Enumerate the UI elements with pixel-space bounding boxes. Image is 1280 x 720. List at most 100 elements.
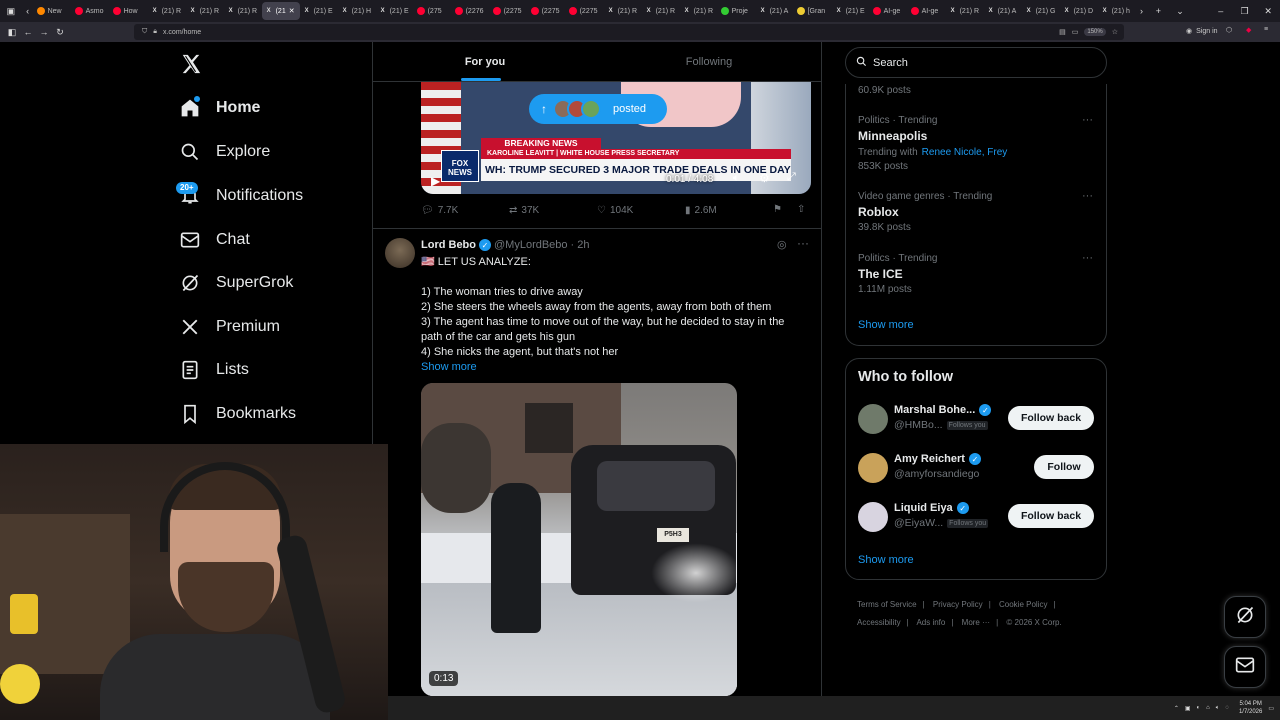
notification-center-icon[interactable]: ▭ xyxy=(1268,705,1274,712)
extensions-icon[interactable]: ⬡ xyxy=(1226,26,1232,34)
repost-button[interactable]: ⇄ 37K xyxy=(509,205,539,216)
nav-explore[interactable]: Explore xyxy=(180,142,270,162)
minimize-window-icon[interactable]: – xyxy=(1209,6,1233,16)
follow-suggestion[interactable]: Liquid Eiya ✓ @EiyaW... Follows you xyxy=(894,502,1014,529)
browser-tab[interactable]: X (21) A xyxy=(756,2,794,20)
browser-tab[interactable]: (2275 xyxy=(528,2,566,20)
screenshot-icon[interactable]: ▭ xyxy=(1072,28,1079,36)
browser-tab[interactable]: (2275 xyxy=(490,2,528,20)
network-icon[interactable]: ⌂ xyxy=(1206,705,1210,711)
trends-show-more[interactable]: Show more xyxy=(858,319,914,331)
browser-tab[interactable]: X (21) A xyxy=(984,2,1022,20)
volume-icon[interactable]: 🔈︎ xyxy=(1216,705,1220,712)
tab-overview-icon[interactable]: ▣ xyxy=(0,6,22,17)
back-icon[interactable]: ← xyxy=(20,27,36,37)
close-window-icon[interactable]: ✕ xyxy=(1256,6,1280,17)
tray-app-icon[interactable]: ▣ xyxy=(1185,705,1191,712)
tab-for-you[interactable]: For you xyxy=(373,42,597,81)
lock-icon[interactable]: 🔒︎ xyxy=(153,28,157,36)
browser-tab[interactable]: How xyxy=(110,2,148,20)
browser-tab[interactable]: X (21) R xyxy=(186,2,224,20)
footer-link[interactable]: Cookie Policy xyxy=(999,600,1047,609)
tab-scroll-left-icon[interactable]: ‹ xyxy=(22,6,34,16)
account-icon[interactable]: ◉ xyxy=(1186,27,1192,35)
browser-tab[interactable]: X (21) R xyxy=(680,2,718,20)
browser-tab[interactable]: X (21) E xyxy=(376,2,414,20)
reload-icon[interactable]: ↻ xyxy=(52,27,68,38)
new-tab-icon[interactable]: + xyxy=(1147,6,1169,16)
author-name[interactable]: Lord Bebo xyxy=(421,239,476,251)
nav-lists[interactable]: Lists xyxy=(180,360,249,380)
avatar[interactable] xyxy=(858,502,888,532)
new-posts-pill[interactable]: ↑ posted xyxy=(529,94,667,124)
trend-item[interactable]: Video game genres · Trending Roblox 39.8… xyxy=(858,191,1098,233)
sign-in-button[interactable]: Sign in xyxy=(1196,28,1217,35)
browser-tab[interactable]: X (21) R xyxy=(604,2,642,20)
bookmark-button[interactable]: ⚑ xyxy=(773,204,782,215)
tab-list-icon[interactable]: ⌄ xyxy=(1169,6,1191,17)
browser-tab[interactable]: AI-ge xyxy=(870,2,908,20)
reader-view-icon[interactable]: ▤ xyxy=(1059,28,1066,36)
browser-tab[interactable]: [Gran xyxy=(794,2,832,20)
follow-back-button[interactable]: Follow back xyxy=(1008,406,1094,430)
close-tab-icon[interactable]: ✕ xyxy=(289,7,295,15)
app-menu-icon[interactable]: ≡ xyxy=(1264,26,1268,33)
more-options-icon[interactable]: ··· xyxy=(797,236,809,250)
nav-premium[interactable]: Premium xyxy=(180,317,280,337)
post2-video[interactable]: P5H3 0:13 xyxy=(421,383,737,696)
messages-float-button[interactable] xyxy=(1224,646,1266,688)
play-icon[interactable]: ▶ xyxy=(431,174,440,188)
avatar[interactable] xyxy=(858,453,888,483)
footer-link[interactable]: More ··· xyxy=(962,618,990,627)
tray-app-icon[interactable]: ◐ xyxy=(1197,705,1201,711)
tab-scroll-right-icon[interactable]: › xyxy=(1136,6,1148,16)
nav-home[interactable]: Home xyxy=(180,98,260,118)
author-handle[interactable]: @MyLordBebo xyxy=(494,239,568,251)
settings-icon[interactable]: ⚙ xyxy=(759,171,770,185)
tray-up-icon[interactable]: ⌃ xyxy=(1174,705,1179,712)
trend-item[interactable]: Politics · Trending The ICE 1.11M posts xyxy=(858,253,1098,295)
views-button[interactable]: ▮ 2.6M xyxy=(685,205,717,216)
avatar[interactable] xyxy=(858,404,888,434)
browser-tab[interactable]: X (21) R xyxy=(642,2,680,20)
url-field[interactable]: ⛉ 🔒︎ x.com/home ▤ ▭ 150% ☆ xyxy=(134,24,1124,40)
like-button[interactable]: ♡ 104K xyxy=(597,205,633,216)
footer-link[interactable]: Terms of Service xyxy=(857,600,917,609)
grok-float-button[interactable] xyxy=(1224,596,1266,638)
who-to-follow-show-more[interactable]: Show more xyxy=(858,554,914,566)
browser-tab[interactable]: X (21 ✕ xyxy=(261,2,300,20)
grok-icon[interactable]: ◎ xyxy=(777,238,787,251)
trending-with-names[interactable]: Renee Nicole, Frey xyxy=(922,147,1008,158)
footer-link[interactable]: Privacy Policy xyxy=(933,600,983,609)
browser-tab[interactable]: AI-ge xyxy=(908,2,946,20)
tab-following[interactable]: Following xyxy=(597,42,821,81)
browser-tab[interactable]: X (21) D xyxy=(1060,2,1098,20)
nav-bookmarks[interactable]: Bookmarks xyxy=(180,404,296,424)
profile-icon[interactable]: ◆ xyxy=(1246,26,1251,34)
x-logo-icon[interactable] xyxy=(180,53,202,75)
follow-suggestion[interactable]: Amy Reichert ✓ @amyforsandiego xyxy=(894,453,1024,480)
browser-tab[interactable]: X (21) R xyxy=(946,2,984,20)
browser-tab[interactable]: New xyxy=(34,2,72,20)
browser-tab[interactable]: Asmo xyxy=(72,2,110,20)
share-button[interactable]: ⇧ xyxy=(797,204,805,215)
tray-app-icon[interactable]: ◌ xyxy=(1225,705,1229,711)
more-options-icon[interactable]: ··· xyxy=(1082,190,1093,202)
browser-tab[interactable]: X (21) E xyxy=(300,2,338,20)
mute-icon[interactable]: 🔈︎ xyxy=(733,172,740,185)
sidebar-toggle-icon[interactable]: ◧ xyxy=(4,27,20,38)
clock-date[interactable]: 1/7/2026 xyxy=(1239,708,1262,716)
browser-tab[interactable]: X (21) h xyxy=(1098,2,1136,20)
more-options-icon[interactable]: ··· xyxy=(1082,114,1093,126)
bookmark-star-icon[interactable]: ☆ xyxy=(1112,28,1118,36)
trend-item[interactable]: Politics · Trending Minneapolis Trending… xyxy=(858,115,1098,172)
post-time[interactable]: · 2h xyxy=(571,239,590,251)
restore-window-icon[interactable]: ❐ xyxy=(1233,6,1257,17)
forward-icon[interactable]: → xyxy=(36,27,52,37)
browser-tab[interactable]: X (21) R xyxy=(224,2,262,20)
browser-tab[interactable]: Proje xyxy=(718,2,756,20)
fullscreen-icon[interactable]: ⤢ xyxy=(787,171,796,184)
browser-tab[interactable]: (2276 xyxy=(452,2,490,20)
browser-tab[interactable]: X (21) G xyxy=(1022,2,1060,20)
follow-back-button[interactable]: Follow back xyxy=(1008,504,1094,528)
